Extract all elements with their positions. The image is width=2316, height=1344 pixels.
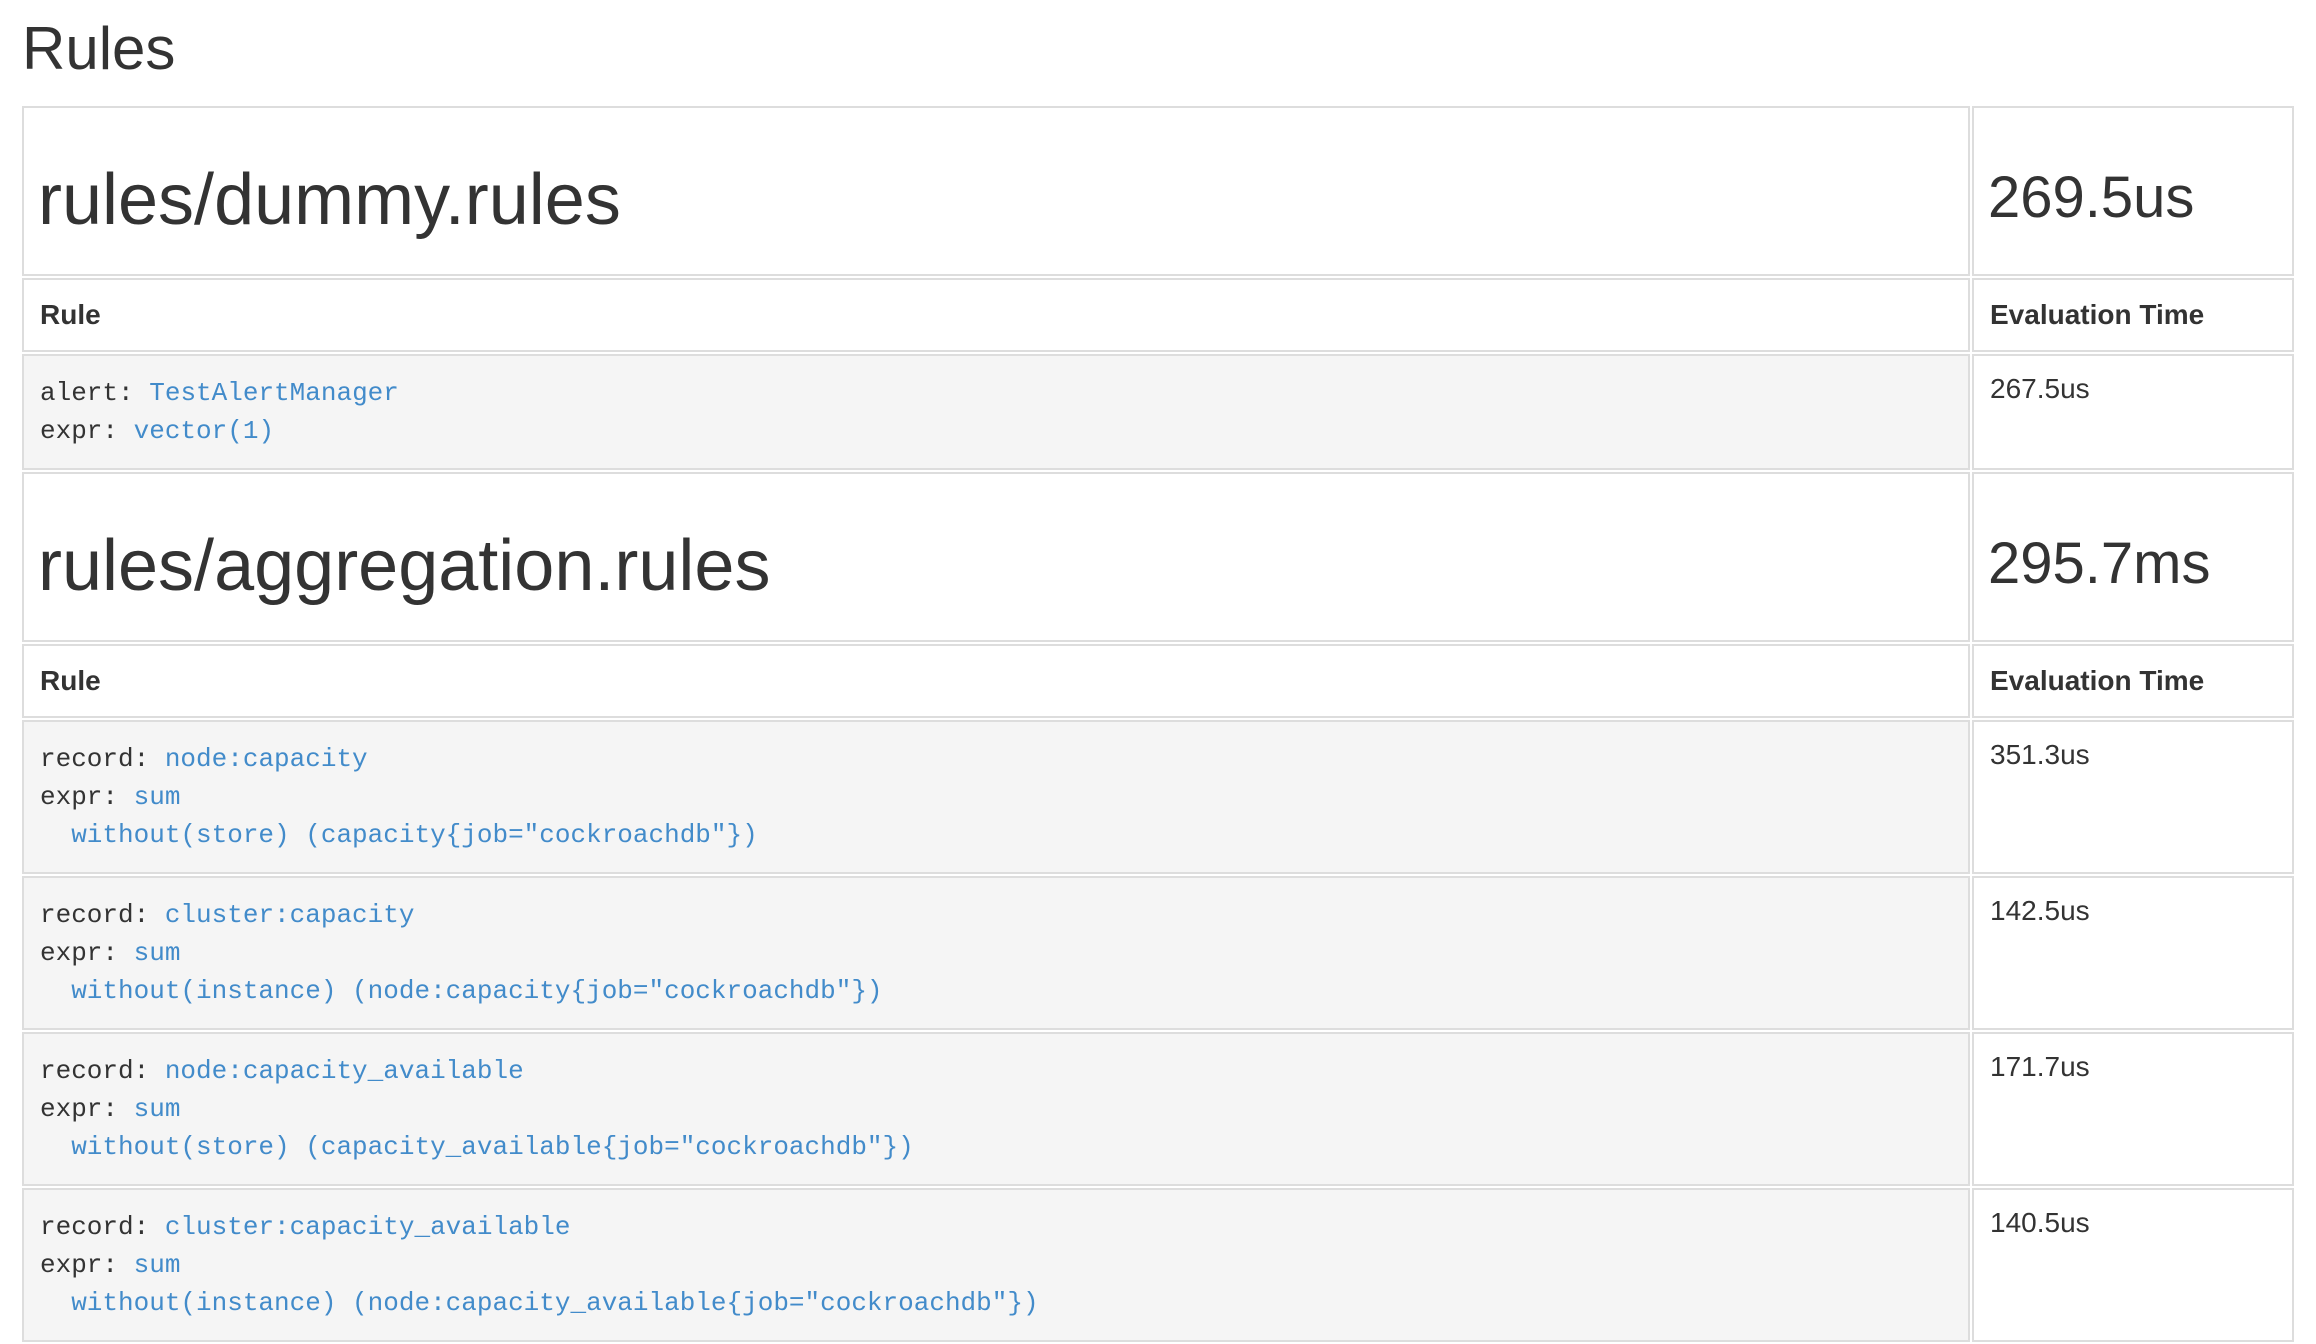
expr-label: expr: — [40, 1250, 118, 1280]
rule-kind-label: record: — [40, 1212, 149, 1242]
eval-time-column-header: Evaluation Time — [1972, 644, 2294, 718]
rule-group-header-row: rules/aggregation.rules 295.7ms — [22, 472, 2294, 642]
eval-time-column-header: Evaluation Time — [1972, 278, 2294, 352]
expr-label: expr: — [40, 416, 118, 446]
rule-eval-time: 140.5us — [1972, 1188, 2294, 1342]
rule-expr-link[interactable]: vector(1) — [134, 416, 274, 446]
rule-definition: record: node:capacity_available expr: su… — [40, 1052, 1952, 1166]
rules-table-body: rules/dummy.rules 269.5us Rule Evaluatio… — [22, 106, 2294, 1342]
rule-definition: record: node:capacity expr: sum without(… — [40, 740, 1952, 854]
rule-group-eval-time-cell: 269.5us — [1972, 106, 2294, 276]
rule-row: record: cluster:capacity expr: sum witho… — [22, 876, 2294, 1030]
rule-name-link[interactable]: node:capacity — [165, 744, 368, 774]
rules-page: Rules rules/dummy.rules 269.5us Rule Eva… — [0, 16, 2316, 1344]
rule-name-link[interactable]: node:capacity_available — [165, 1056, 524, 1086]
rule-row: alert: TestAlertManager expr: vector(1) … — [22, 354, 2294, 470]
rule-group-file-cell: rules/dummy.rules — [22, 106, 1970, 276]
rule-kind-label: record: — [40, 900, 149, 930]
rule-group-file-cell: rules/aggregation.rules — [22, 472, 1970, 642]
rule-eval-time: 351.3us — [1972, 720, 2294, 874]
expr-label: expr: — [40, 782, 118, 812]
rule-name-link[interactable]: cluster:capacity — [165, 900, 415, 930]
rule-definition: record: cluster:capacity expr: sum witho… — [40, 896, 1952, 1010]
page-title: Rules — [22, 16, 2296, 82]
expr-label: expr: — [40, 1094, 118, 1124]
rule-cell: alert: TestAlertManager expr: vector(1) — [22, 354, 1970, 470]
rules-table: rules/dummy.rules 269.5us Rule Evaluatio… — [20, 104, 2296, 1344]
rule-definition: record: cluster:capacity_available expr:… — [40, 1208, 1952, 1322]
rule-row: record: node:capacity_available expr: su… — [22, 1032, 2294, 1186]
rule-expr-link[interactable]: sum without(store) (capacity{job="cockro… — [40, 782, 758, 850]
rule-definition: alert: TestAlertManager expr: vector(1) — [40, 374, 1952, 450]
rule-kind-label: record: — [40, 1056, 149, 1086]
rule-name-link[interactable]: cluster:capacity_available — [165, 1212, 571, 1242]
expr-label: expr: — [40, 938, 118, 968]
rule-cell: record: node:capacity expr: sum without(… — [22, 720, 1970, 874]
rule-column-header: Rule — [22, 644, 1970, 718]
rule-group-header-row: rules/dummy.rules 269.5us — [22, 106, 2294, 276]
rule-group-eval-time-cell: 295.7ms — [1972, 472, 2294, 642]
rule-kind-label: record: — [40, 744, 149, 774]
rule-expr-link[interactable]: sum without(instance) (node:capacity_ava… — [40, 1250, 1039, 1318]
rule-cell: record: cluster:capacity_available expr:… — [22, 1188, 1970, 1342]
rule-eval-time: 267.5us — [1972, 354, 2294, 470]
rule-expr-link[interactable]: sum without(store) (capacity_available{j… — [40, 1094, 914, 1162]
rule-eval-time: 142.5us — [1972, 876, 2294, 1030]
column-header-row: Rule Evaluation Time — [22, 644, 2294, 718]
column-header-row: Rule Evaluation Time — [22, 278, 2294, 352]
rule-group-eval-time: 269.5us — [1988, 166, 2278, 230]
rule-eval-time: 171.7us — [1972, 1032, 2294, 1186]
rule-cell: record: cluster:capacity expr: sum witho… — [22, 876, 1970, 1030]
rule-cell: record: node:capacity_available expr: su… — [22, 1032, 1970, 1186]
rule-kind-label: alert: — [40, 378, 134, 408]
rule-name-link[interactable]: TestAlertManager — [149, 378, 399, 408]
rule-row: record: cluster:capacity_available expr:… — [22, 1188, 2294, 1342]
rule-group-file: rules/dummy.rules — [38, 162, 1954, 240]
rule-group-file: rules/aggregation.rules — [38, 528, 1954, 606]
rule-expr-link[interactable]: sum without(instance) (node:capacity{job… — [40, 938, 883, 1006]
rule-group-eval-time: 295.7ms — [1988, 532, 2278, 596]
rule-row: record: node:capacity expr: sum without(… — [22, 720, 2294, 874]
rule-column-header: Rule — [22, 278, 1970, 352]
